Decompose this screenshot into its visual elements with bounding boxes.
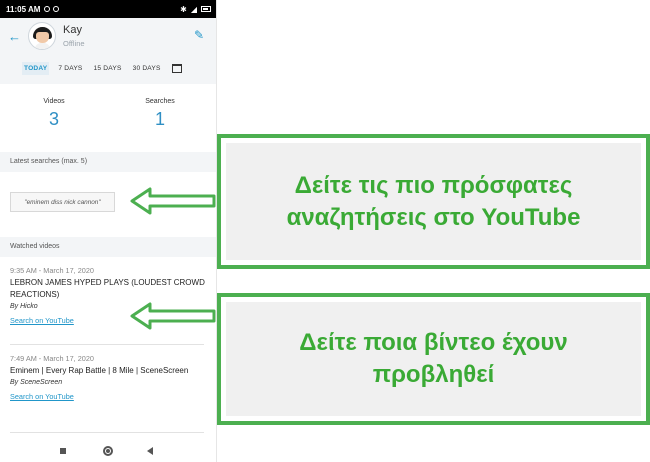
callout-videos-text: Δείτε ποια βίντεο έχουν προβληθεί	[299, 329, 568, 388]
list-divider	[10, 432, 204, 433]
searches-stat: Searches 1	[120, 98, 200, 130]
search-on-youtube-link[interactable]: Search on YouTube	[10, 316, 74, 325]
pointer-arrow-icon	[130, 302, 216, 330]
phone-screen: 11:05 AM ✱ ◢ ← Kay Offline ✎ TODAY 7 DAY…	[0, 0, 217, 462]
videos-stat-value: 3	[48, 109, 59, 129]
system-icons: ✱ ◢	[180, 5, 211, 14]
videos-stat: Videos 3	[14, 98, 94, 130]
status-bar: 11:05 AM ✱ ◢	[0, 0, 216, 18]
avatar-face	[36, 32, 49, 43]
video-time: 7:49 AM - March 17, 2020	[10, 354, 94, 363]
video-title: Eminem | Every Rap Battle | 8 Mile | Sce…	[10, 366, 189, 375]
notification-icon	[44, 6, 51, 12]
bluetooth-icon: ✱	[180, 4, 187, 14]
signal-icon: ◢	[190, 4, 197, 14]
tab-7-days[interactable]: 7 DAYS	[56, 62, 84, 75]
latest-searches-header: Latest searches (max. 5)	[0, 152, 216, 172]
notification-icons	[44, 6, 60, 12]
avatar-body	[35, 43, 50, 49]
list-divider	[10, 344, 204, 345]
edit-pencil-icon[interactable]: ✎	[194, 28, 204, 42]
search-term-chip[interactable]: "eminem diss nick cannon"	[10, 192, 115, 212]
android-nav-bar	[0, 440, 216, 462]
video-title: LEBRON JAMES HYPED PLAYS (LOUDEST CROWD …	[10, 278, 205, 299]
avatar	[28, 22, 56, 50]
callout-recent-searches: Δείτε τις πιο πρόσφατες αναζητήσεις στο …	[217, 134, 650, 269]
videos-stat-label: Videos	[43, 98, 65, 105]
tab-15-days[interactable]: 15 DAYS	[92, 62, 124, 75]
calendar-icon[interactable]	[171, 64, 182, 73]
notification-icon	[53, 6, 60, 12]
screenshot-root: 11:05 AM ✱ ◢ ← Kay Offline ✎ TODAY 7 DAY…	[0, 0, 650, 462]
tab-30-days[interactable]: 30 DAYS	[131, 62, 163, 75]
profile-name: Kay	[63, 24, 82, 36]
searches-stat-label: Searches	[145, 98, 175, 105]
profile-status: Offline	[63, 39, 85, 48]
status-time: 11:05 AM	[6, 4, 41, 14]
search-on-youtube-link[interactable]: Search on YouTube	[10, 392, 74, 401]
date-range-tabs: TODAY 7 DAYS 15 DAYS 30 DAYS	[22, 62, 182, 75]
nav-recents-icon[interactable]	[60, 448, 66, 454]
watched-videos-header: Watched videos	[0, 237, 216, 257]
video-item: 7:49 AM - March 17, 2020 Eminem | Every …	[10, 354, 208, 404]
video-channel: By SceneScreen	[10, 379, 63, 386]
profile-header: ← Kay Offline ✎ TODAY 7 DAYS 15 DAYS 30 …	[0, 18, 216, 84]
battery-icon	[201, 6, 211, 12]
callout-watched-videos: Δείτε ποια βίντεο έχουν προβληθεί	[217, 293, 650, 425]
searches-stat-value: 1	[154, 109, 165, 129]
callout-searches-text: Δείτε τις πιο πρόσφατες αναζητήσεις στο …	[286, 171, 581, 231]
video-time: 9:35 AM - March 17, 2020	[10, 266, 94, 275]
nav-home-icon[interactable]	[103, 446, 113, 456]
nav-back-icon[interactable]	[147, 447, 153, 455]
tab-today[interactable]: TODAY	[22, 62, 50, 75]
pointer-arrow-icon	[130, 187, 216, 215]
back-arrow-icon[interactable]: ←	[8, 29, 21, 44]
activity-stats: Videos 3 Searches 1	[0, 92, 216, 150]
